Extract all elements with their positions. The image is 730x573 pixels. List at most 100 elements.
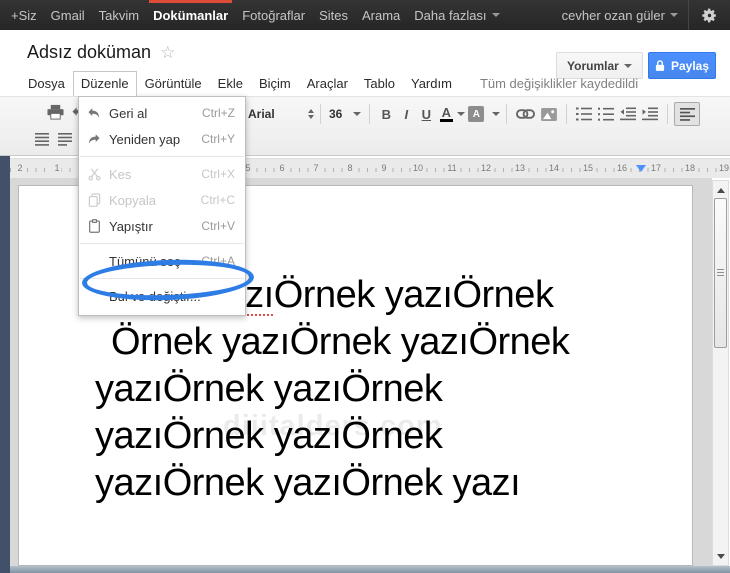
page-title[interactable]: Adsız doküman [27, 42, 151, 63]
font-family-select[interactable]: Arial [248, 107, 314, 121]
menu-item-yeniden-yap[interactable]: Yeniden yap Ctrl+Y [79, 126, 245, 152]
doc-line-1-rest: Örnek yazıÖrnek [273, 274, 554, 316]
topbar-nav: +Siz Gmail Takvim Dokümanlar Fotoğraflar… [0, 0, 507, 30]
ruler-number: 13 [512, 163, 528, 173]
justify-icon [58, 133, 72, 146]
menu-ekle[interactable]: Ekle [210, 71, 251, 96]
outdent-button[interactable] [617, 102, 639, 126]
divider [80, 156, 244, 157]
triangle-down-icon [716, 553, 725, 559]
document-header: Adsız doküman Yorumlar Paylaş Dosya Düze… [0, 30, 730, 96]
text-color-button[interactable]: A [436, 102, 456, 126]
redo-icon [79, 133, 109, 145]
ruler-number: 2 [15, 163, 25, 173]
ruler-number: 12 [478, 163, 494, 173]
menu-item-geri-al[interactable]: Geri al Ctrl+Z [79, 100, 245, 126]
divider [667, 104, 669, 124]
copy-icon [79, 193, 109, 207]
topbar-account-area: cevher ozan güler [552, 0, 730, 30]
share-button[interactable]: Paylaş [648, 52, 716, 79]
image-icon [541, 107, 558, 121]
topbar-item-daha-fazlasi[interactable]: Daha fazlası [407, 0, 506, 30]
menu-duzenle[interactable]: Düzenle [72, 71, 137, 96]
divider [369, 104, 371, 124]
scroll-up-button[interactable] [713, 183, 728, 197]
bold-button[interactable]: B [376, 102, 396, 126]
lock-icon [655, 59, 665, 72]
topbar-item-fotograflar[interactable]: Fotoğraflar [235, 0, 312, 30]
print-button[interactable] [47, 104, 64, 120]
user-name: cevher ozan güler [561, 7, 665, 23]
scrollbar-grip [717, 269, 724, 278]
highlight-color-button[interactable]: A [465, 102, 487, 126]
numbered-list-button[interactable] [573, 102, 595, 126]
menu-item-yapistir[interactable]: Yapıştır Ctrl+V [79, 213, 245, 239]
bulleted-list-button[interactable] [595, 102, 617, 126]
save-status-text: Tüm değişiklikler kaydedildi [479, 76, 639, 91]
toolbar-format-group: Arial 36 B I U A A [248, 101, 701, 127]
doc-line-3: yazıÖrnek yazıÖrnek [95, 368, 443, 410]
indent-marker[interactable] [636, 165, 646, 172]
menu-item-shortcut: Ctrl+C [200, 193, 235, 207]
topbar-item-gmail[interactable]: Gmail [44, 0, 92, 30]
menu-bicim[interactable]: Biçim [251, 71, 299, 96]
scroll-down-button[interactable] [713, 549, 728, 563]
line-spacing-button[interactable] [35, 133, 49, 146]
outdent-icon [620, 107, 637, 121]
menu-item-kes[interactable]: Kes Ctrl+X [79, 161, 245, 187]
underline-button[interactable]: U [416, 102, 436, 126]
account-menu[interactable]: cevher ozan güler [552, 0, 688, 30]
menubar: Dosya Düzenle Görüntüle Ekle Biçim Araçl… [20, 71, 638, 96]
menu-dosya[interactable]: Dosya [20, 71, 73, 96]
chevron-down-icon[interactable] [457, 112, 466, 116]
settings-button[interactable] [688, 0, 730, 30]
ruler-number: 15 [580, 163, 596, 173]
star-icon[interactable] [160, 43, 175, 63]
ruler-number: 11 [445, 163, 459, 173]
menu-yardim[interactable]: Yardım [403, 71, 460, 96]
vertical-scrollbar[interactable] [712, 180, 729, 566]
chevron-down-icon [491, 13, 500, 17]
topbar-item-dokumanlar[interactable]: Dokümanlar [146, 0, 235, 30]
insert-link-button[interactable] [513, 102, 538, 126]
ruler-number: 17 [648, 163, 664, 173]
document-title-row: Adsız doküman [27, 42, 175, 63]
divider [506, 104, 508, 124]
align-left-button[interactable] [674, 102, 701, 126]
chevron-down-icon[interactable] [492, 112, 501, 116]
doc-line-4: yazıÖrnek yazıÖrnek [95, 415, 443, 457]
doc-line-5: yazıÖrnek yazıÖrnek yazı [95, 462, 521, 504]
line-spacing-icon [35, 133, 49, 146]
insert-image-button[interactable] [538, 102, 560, 126]
window-left-edge [0, 156, 10, 573]
share-button-label: Paylaş [670, 58, 710, 73]
justify-button[interactable] [58, 133, 72, 146]
menu-item-kopyala[interactable]: Kopyala Ctrl+C [79, 187, 245, 213]
menu-item-label: Yeniden yap [109, 131, 181, 147]
menu-goruntule[interactable]: Görüntüle [137, 71, 210, 96]
topbar-item-plus-siz[interactable]: +Siz [4, 0, 44, 30]
scrollbar-thumb[interactable] [714, 198, 727, 348]
topbar-item-label: Daha fazlası [414, 7, 487, 23]
menu-item-label: Yapıştır [109, 218, 153, 234]
indent-button[interactable] [639, 102, 661, 126]
menu-araclar[interactable]: Araçlar [299, 71, 356, 96]
menu-tablo[interactable]: Tablo [356, 71, 403, 96]
divider [566, 104, 568, 124]
topbar-item-arama[interactable]: Arama [355, 0, 407, 30]
font-size-select[interactable]: 36 [329, 107, 362, 121]
topbar-item-sites[interactable]: Sites [312, 0, 355, 30]
italic-button[interactable]: I [396, 102, 416, 126]
triangle-up-icon [716, 187, 725, 193]
doc-line-2: Örnek yazıÖrnek yazıÖrnek [111, 321, 570, 363]
menu-item-shortcut: Ctrl+Y [201, 132, 235, 146]
align-left-icon [679, 107, 695, 121]
topbar-item-takvim[interactable]: Takvim [92, 0, 146, 30]
chevron-down-icon [353, 112, 362, 116]
ruler-number: 18 [682, 163, 698, 173]
ruler-number: 8 [345, 163, 355, 173]
highlight-letter: A [472, 108, 480, 120]
menu-item-shortcut: Ctrl+V [201, 219, 235, 233]
paste-icon [79, 219, 109, 233]
ruler-number: 6 [277, 163, 287, 173]
